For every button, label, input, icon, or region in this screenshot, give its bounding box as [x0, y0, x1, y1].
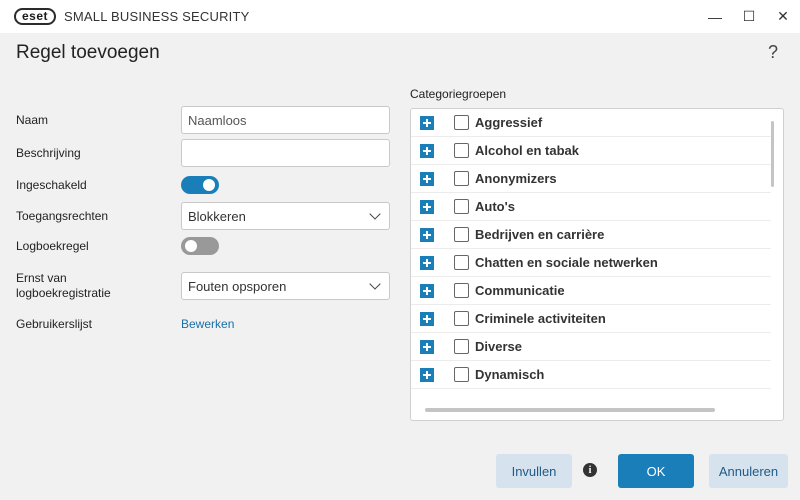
list-item: Anonymizers	[411, 165, 771, 193]
access-select[interactable]: Blokkeren	[181, 202, 390, 230]
expand-icon[interactable]	[420, 143, 434, 158]
description-row: Beschrijving	[16, 139, 390, 167]
expand-icon[interactable]	[420, 115, 434, 130]
category-groups-label: Categoriegroepen	[410, 87, 507, 101]
log-rule-label: Logboekregel	[16, 238, 89, 253]
name-row: Naam Naamloos	[16, 106, 390, 134]
log-rule-toggle[interactable]	[181, 237, 219, 255]
fill-button[interactable]: Invullen	[496, 454, 572, 488]
horizontal-scrollbar[interactable]	[425, 408, 715, 412]
category-checkbox[interactable]	[454, 339, 469, 354]
access-label: Toegangsrechten	[16, 208, 109, 223]
edit-userlist-link[interactable]: Bewerken	[181, 317, 234, 331]
expand-icon[interactable]	[420, 227, 434, 242]
access-row: Toegangsrechten Blokkeren	[16, 202, 390, 230]
list-item: Aggressief	[411, 109, 771, 137]
category-checkbox[interactable]	[454, 283, 469, 298]
category-label: Communicatie	[475, 283, 565, 298]
help-button[interactable]: ?	[768, 42, 778, 63]
userlist-label: Gebruikerslijst	[16, 316, 93, 331]
category-checkbox[interactable]	[454, 255, 469, 270]
severity-value: Fouten opsporen	[188, 278, 287, 294]
minimize-button[interactable]: —	[698, 0, 732, 33]
description-input[interactable]	[181, 139, 390, 167]
close-button[interactable]: ✕	[766, 0, 800, 33]
cancel-button[interactable]: Annuleren	[709, 454, 788, 488]
list-item: Dynamisch	[411, 361, 771, 389]
category-label: Criminele activiteiten	[475, 311, 606, 326]
category-checkbox[interactable]	[454, 367, 469, 382]
category-checkbox[interactable]	[454, 171, 469, 186]
window-controls: — ☐ ✕	[698, 0, 800, 33]
category-checkbox[interactable]	[454, 115, 469, 130]
chevron-down-icon	[369, 208, 381, 220]
enabled-label: Ingeschakeld	[16, 177, 87, 192]
category-label: Aggressief	[475, 115, 543, 130]
list-item: Auto's	[411, 193, 771, 221]
enabled-toggle[interactable]	[181, 176, 219, 194]
category-groups-list: Aggressief Alcohol en tabak Anonymizers …	[410, 108, 784, 421]
list-item: Criminele activiteiten	[411, 305, 771, 333]
name-label: Naam	[16, 112, 49, 127]
category-label: Anonymizers	[475, 171, 557, 186]
info-icon[interactable]: i	[583, 463, 597, 477]
enabled-row: Ingeschakeld	[16, 176, 390, 194]
severity-label: Ernst van logboekregistratie	[16, 271, 111, 300]
toggle-knob	[185, 240, 197, 252]
category-checkbox[interactable]	[454, 143, 469, 158]
expand-icon[interactable]	[420, 311, 434, 326]
toggle-knob	[203, 179, 215, 191]
expand-icon[interactable]	[420, 199, 434, 214]
list-item: Diverse	[411, 333, 771, 361]
log-rule-row: Logboekregel	[16, 237, 390, 255]
expand-icon[interactable]	[420, 255, 434, 270]
access-value: Blokkeren	[188, 208, 246, 224]
vertical-scrollbar[interactable]	[771, 121, 774, 187]
userlist-row: Gebruikerslijst Bewerken	[16, 316, 390, 332]
severity-select[interactable]: Fouten opsporen	[181, 272, 390, 300]
app-title: SMALL BUSINESS SECURITY	[64, 9, 250, 24]
list-item: Alcohol en tabak	[411, 137, 771, 165]
category-label: Auto's	[475, 199, 515, 214]
description-label: Beschrijving	[16, 145, 81, 160]
category-checkbox[interactable]	[454, 199, 469, 214]
chevron-down-icon	[369, 278, 381, 290]
expand-icon[interactable]	[420, 283, 434, 298]
category-label: Bedrijven en carrière	[475, 227, 605, 242]
category-checkbox[interactable]	[454, 311, 469, 326]
name-input[interactable]: Naamloos	[181, 106, 390, 134]
category-checkbox[interactable]	[454, 227, 469, 242]
title-bar: eset SMALL BUSINESS SECURITY — ☐ ✕	[0, 0, 800, 33]
category-label: Dynamisch	[475, 367, 545, 382]
dialog-title: Regel toevoegen	[16, 42, 160, 63]
expand-icon[interactable]	[420, 339, 434, 354]
expand-icon[interactable]	[420, 367, 434, 382]
list-item: Communicatie	[411, 277, 771, 305]
eset-logo: eset	[14, 8, 57, 25]
category-label: Chatten en sociale netwerken	[475, 255, 658, 270]
category-list: Aggressief Alcohol en tabak Anonymizers …	[411, 109, 771, 401]
list-item: Chatten en sociale netwerken	[411, 249, 771, 277]
expand-icon[interactable]	[420, 171, 434, 186]
ok-button[interactable]: OK	[618, 454, 694, 488]
list-item: Bedrijven en carrière	[411, 221, 771, 249]
category-label: Alcohol en tabak	[475, 143, 580, 158]
maximize-button[interactable]: ☐	[732, 0, 766, 33]
severity-row: Ernst van logboekregistratie Fouten opsp…	[16, 271, 390, 301]
category-label: Diverse	[475, 339, 522, 354]
